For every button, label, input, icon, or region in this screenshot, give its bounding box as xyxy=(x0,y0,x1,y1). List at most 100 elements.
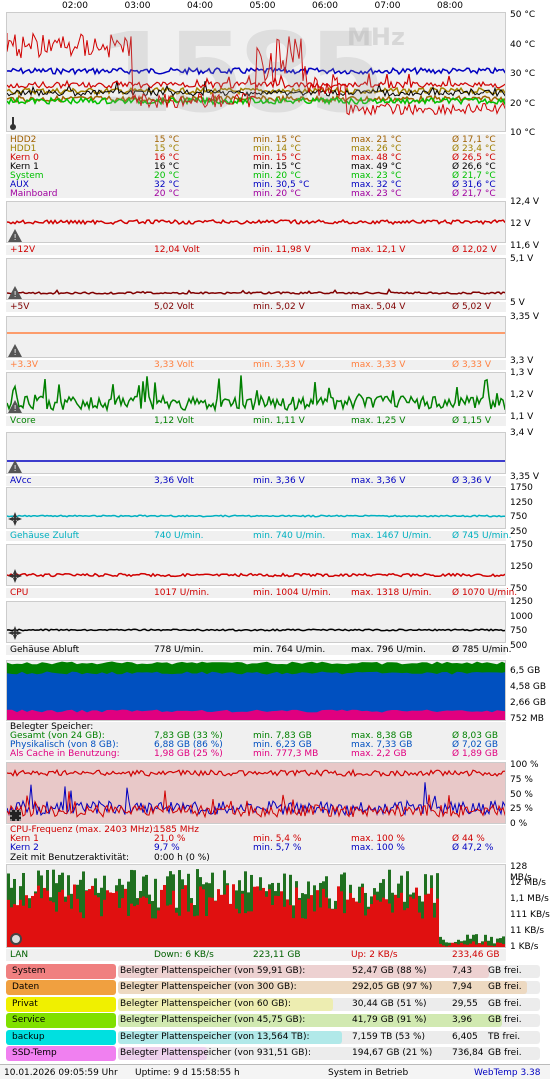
fan-icon xyxy=(8,512,22,526)
drive-row[interactable]: backup Belegter Plattenspeicher (von 13,5… xyxy=(6,1029,540,1045)
temperature-legend: HDD2 15 °C min. 15 °C max. 21 °C Ø 17,1 °C HD… xyxy=(6,134,506,199)
timeline-label: 06:00 xyxy=(312,1,338,11)
voltage-current: 3,36 Volt xyxy=(154,476,194,486)
fan-max: max. 1467 U/min. xyxy=(351,531,432,541)
fan-min: min. 764 U/min. xyxy=(253,645,326,655)
scale-label: 6,5 GB xyxy=(510,666,541,676)
fan-legend: Gehäuse Abluft 778 U/min. min. 764 U/min. m… xyxy=(6,645,511,655)
footer: 10.01.2026 09:05:59 Uhr Uptime: 9 d 15:5… xyxy=(0,1064,550,1079)
drive-used: 292,05 GB (97 %) xyxy=(352,982,433,993)
drive-free-unit: GB frei. xyxy=(488,966,522,976)
voltage-name: +12V xyxy=(10,245,36,255)
drive-used: 194,67 GB (21 %) xyxy=(352,1048,433,1058)
svg-text:!: ! xyxy=(14,348,17,357)
fan-legend: CPU 1017 U/min. min. 1004 U/min. max. 1318 … xyxy=(6,588,517,598)
voltage-max: max. 1,25 V xyxy=(351,416,406,426)
voltage-max: max. 3,33 V xyxy=(351,360,406,370)
scale-label: 111 KB/s xyxy=(510,910,550,920)
timeline-label: 02:00 xyxy=(62,1,88,11)
drive-label: Belegter Plattenspeicher (von 300 GB): xyxy=(120,982,297,993)
footer-datetime: 10.01.2026 09:05:59 Uhr xyxy=(4,1068,118,1078)
fan-current: 778 U/min. xyxy=(154,645,204,655)
watermark-frequency: 1585 xyxy=(97,12,385,132)
idle-label: Zeit mit Benutzeraktivität: xyxy=(10,853,130,863)
lan-up-total: 233,46 GB xyxy=(452,950,500,960)
lan-label: LAN xyxy=(10,950,29,960)
drive-row[interactable]: Privat Belegter Plattenspeicher (von 60 G… xyxy=(6,996,540,1012)
warning-icon: ! xyxy=(8,229,22,242)
scale-label: 750 xyxy=(510,626,528,637)
scale-label: 40 °C xyxy=(510,39,536,50)
scale-label: 10 °C xyxy=(510,128,536,138)
drive-row[interactable]: SSD-Temp Belegter Plattenspeicher (von 93… xyxy=(6,1046,540,1061)
temp-avg: Ø 21,7 °C xyxy=(452,189,496,199)
svg-text:!: ! xyxy=(14,233,17,242)
lan-up: Up: 2 KB/s xyxy=(351,950,398,960)
voltage-name: Vcore xyxy=(10,416,36,426)
scale-label: 3,3 V xyxy=(510,356,534,366)
voltage-name: +5V xyxy=(10,302,30,312)
fan-current: 740 U/min. xyxy=(154,531,204,541)
voltage-plot xyxy=(7,332,505,334)
voltage-graph xyxy=(6,316,506,358)
scale-label: 1250 xyxy=(510,597,533,607)
fan-max: max. 796 U/min. xyxy=(351,645,426,655)
drive-name: System xyxy=(6,964,116,979)
scale-label: 2,66 GB xyxy=(510,698,547,708)
fan-min: min. 740 U/min. xyxy=(253,531,326,541)
scale-label: 50 % xyxy=(510,789,533,800)
fan-avg: Ø 1070 U/min. xyxy=(452,588,518,598)
drive-used: 30,44 GB (51 %) xyxy=(352,998,427,1009)
voltage-legend: +3.3V 3,33 Volt min. 3,33 V max. 3,33 V Ø 3,… xyxy=(6,360,506,370)
voltage-min: min. 1,11 V xyxy=(253,416,305,426)
fan-current: 1017 U/min. xyxy=(154,588,210,598)
drive-row[interactable]: System Belegter Plattenspeicher (von 59,9… xyxy=(6,964,540,979)
scale-label: 75 % xyxy=(510,774,533,785)
drive-label: Belegter Plattenspeicher (von 60 GB): xyxy=(120,998,291,1009)
cpu-core-avg: Ø 47,2 % xyxy=(452,843,494,853)
drive-row[interactable]: Daten Belegter Plattenspeicher (von 300 G… xyxy=(6,980,540,996)
watermark-unit: MHz xyxy=(347,23,405,51)
voltage-legend: Vcore 1,12 Volt min. 1,11 V max. 1,25 V Ø 1,… xyxy=(6,416,506,426)
timeline-label: 05:00 xyxy=(249,1,276,11)
drive-free-unit: GB frei. xyxy=(488,1015,522,1026)
temp-sensor-name: Mainboard xyxy=(10,189,58,199)
voltage-avg: Ø 5,02 V xyxy=(452,302,492,312)
drive-name: Service xyxy=(6,1013,116,1029)
fan-graph xyxy=(6,487,506,529)
drive-label: Belegter Plattenspeicher (von 45,75 GB): xyxy=(120,1015,306,1026)
drive-free-value: 3,96 xyxy=(452,1015,473,1026)
fan-name: Gehäuse Abluft xyxy=(10,645,80,655)
scale-label: 500 xyxy=(510,641,528,651)
webtemp-link[interactable]: WebTemp 3.38 xyxy=(474,1068,541,1078)
memory-max: max. 2,2 GB xyxy=(351,749,407,759)
voltage-max: max. 3,36 V xyxy=(351,476,406,486)
scale-label: 12,4 V xyxy=(510,197,540,207)
voltage-legend: +12V 12,04 Volt min. 11,98 V max. 12,1 V Ø 1… xyxy=(6,245,506,255)
voltage-plot xyxy=(7,218,505,226)
scale-label: 3,35 V xyxy=(510,472,540,482)
cpu-load-plot xyxy=(7,763,505,823)
scale-label: 12 V xyxy=(510,219,531,229)
warning-icon: ! xyxy=(8,460,22,473)
drive-row[interactable]: Service Belegter Plattenspeicher (von 45,… xyxy=(6,1013,540,1029)
memory-legend: Belegter Speicher: Gesamt (von 24 GB): 7,… xyxy=(6,722,506,760)
scale-label: 5,1 V xyxy=(510,254,534,264)
fan-name: Gehäuse Zuluft xyxy=(10,531,80,541)
svg-text:!: ! xyxy=(14,404,17,413)
memory-min: min. 777,3 MB xyxy=(253,749,319,759)
drive-free-unit: TB frei. xyxy=(488,1031,521,1042)
scale-label: 3,4 V xyxy=(510,428,534,438)
voltage-name: +3.3V xyxy=(10,360,39,370)
voltage-current: 3,33 Volt xyxy=(154,360,194,370)
drive-free-unit: GB frei. xyxy=(488,1048,522,1058)
fan-avg: Ø 745 U/min. xyxy=(452,531,512,541)
scale-label: 1,2 V xyxy=(510,390,534,400)
scale-label: 750 xyxy=(510,512,528,523)
fan-icon xyxy=(8,569,22,583)
voltage-min: min. 3,36 V xyxy=(253,476,305,486)
network-plot xyxy=(7,869,505,947)
voltage-graph xyxy=(6,258,506,300)
scale-label: 3,35 V xyxy=(510,312,540,322)
scale-label: 25 % xyxy=(510,804,533,815)
